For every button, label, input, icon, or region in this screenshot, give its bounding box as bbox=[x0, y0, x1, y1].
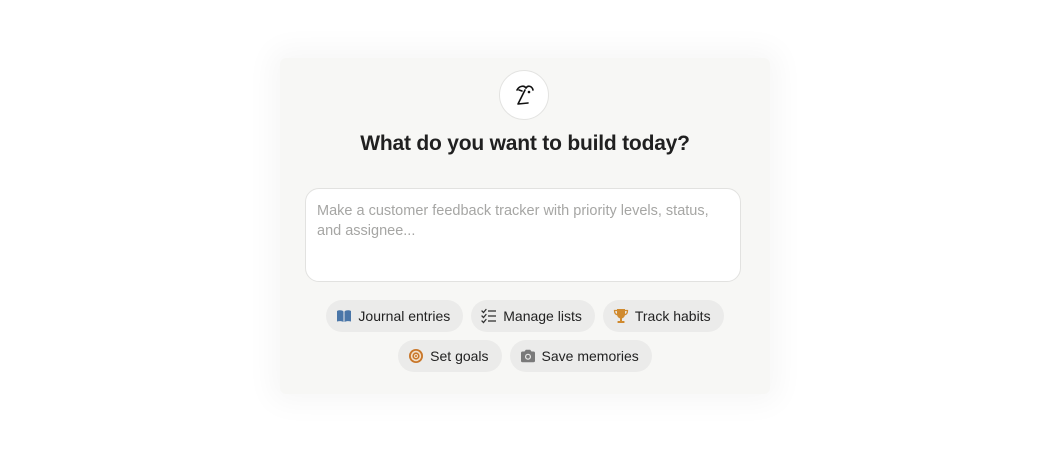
suggestion-save-memories[interactable]: Save memories bbox=[509, 340, 652, 372]
page-title: What do you want to build today? bbox=[360, 132, 690, 155]
suggestion-set-goals[interactable]: Set goals bbox=[398, 340, 502, 372]
book-icon bbox=[336, 308, 352, 324]
suggestion-label: Save memories bbox=[541, 348, 639, 364]
suggestion-label: Journal entries bbox=[358, 308, 451, 324]
camera-icon bbox=[520, 348, 536, 364]
suggestion-row-2: Set goals Save memories bbox=[280, 340, 770, 372]
build-prompt-card: What do you want to build today? Journal… bbox=[280, 58, 770, 394]
suggestion-label: Track habits bbox=[634, 308, 711, 324]
suggestion-label: Set goals bbox=[430, 348, 489, 364]
suggestion-manage-lists[interactable]: Manage lists bbox=[471, 300, 595, 332]
suggestion-journal-entries[interactable]: Journal entries bbox=[326, 300, 464, 332]
app-logo-icon bbox=[499, 70, 549, 120]
suggestion-row-1: Journal entries Manage lists Track habit… bbox=[280, 300, 770, 332]
prompt-input[interactable] bbox=[306, 189, 740, 281]
target-icon bbox=[408, 348, 424, 364]
trophy-icon bbox=[613, 308, 629, 324]
suggestion-track-habits[interactable]: Track habits bbox=[602, 300, 724, 332]
suggestion-label: Manage lists bbox=[503, 308, 582, 324]
prompt-box[interactable] bbox=[305, 188, 741, 282]
checklist-icon bbox=[481, 308, 497, 324]
